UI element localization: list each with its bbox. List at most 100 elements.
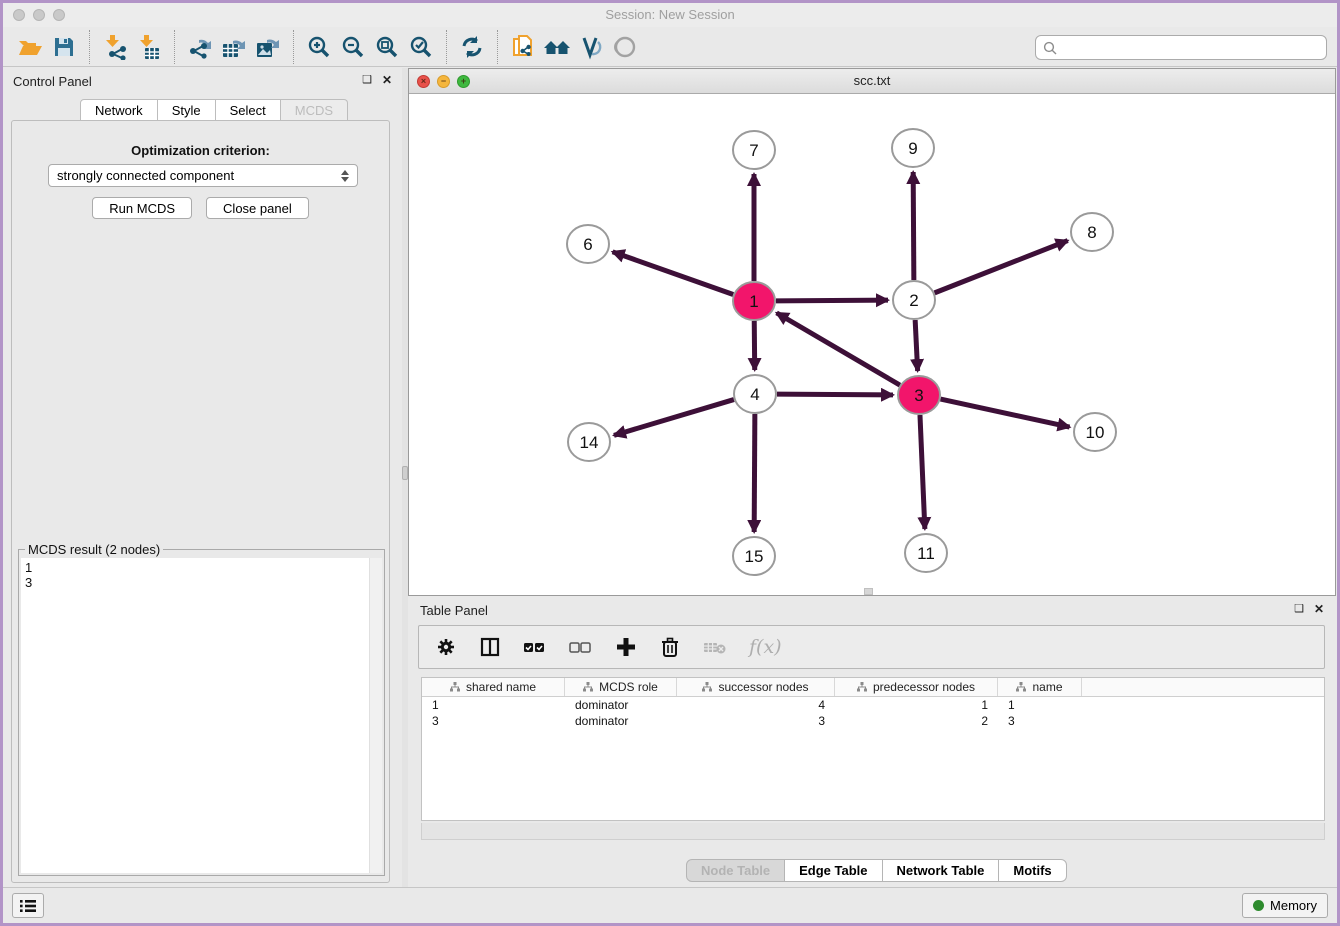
edge-1-6[interactable] bbox=[613, 252, 734, 295]
task-history-button[interactable] bbox=[12, 893, 44, 918]
float-table-panel-icon[interactable]: ❑ bbox=[1294, 603, 1304, 615]
node-1[interactable]: 1 bbox=[733, 282, 775, 320]
network-canvas-svg[interactable]: 7 9 6 8 1 2 4 3 14 10 15 11 bbox=[409, 94, 1335, 595]
column-header[interactable]: MCDS role bbox=[565, 678, 677, 696]
export-table-icon[interactable] bbox=[217, 31, 251, 63]
node-14[interactable]: 14 bbox=[568, 423, 610, 461]
zoom-in-icon[interactable] bbox=[302, 31, 336, 63]
deselect-all-icon[interactable] bbox=[569, 636, 593, 658]
close-table-panel-icon[interactable]: ✕ bbox=[1314, 603, 1324, 615]
network-window-titlebar[interactable]: × − + scc.txt bbox=[409, 69, 1335, 94]
node-table[interactable]: shared nameMCDS rolesuccessor nodesprede… bbox=[421, 677, 1325, 821]
tab-network[interactable]: Network bbox=[80, 99, 158, 121]
float-panel-icon[interactable]: ❑ bbox=[362, 74, 372, 86]
fit-content-icon[interactable] bbox=[370, 31, 404, 63]
edge-1-2[interactable] bbox=[776, 300, 888, 301]
hierarchy-icon bbox=[857, 682, 867, 692]
edge-4-15[interactable] bbox=[754, 414, 755, 532]
table-cell: 2 bbox=[835, 713, 998, 729]
table-row[interactable]: 3dominator323 bbox=[422, 713, 1324, 729]
edge-3-10[interactable] bbox=[941, 399, 1070, 427]
run-mcds-button[interactable]: Run MCDS bbox=[92, 197, 192, 219]
table-row[interactable]: 1dominator411 bbox=[422, 697, 1324, 713]
close-panel-icon[interactable]: ✕ bbox=[382, 74, 392, 86]
table-body: 1dominator4113dominator323 bbox=[422, 697, 1324, 729]
delete-column-icon bbox=[703, 636, 727, 658]
search-input[interactable] bbox=[1058, 41, 1326, 55]
status-bar: Memory bbox=[3, 887, 1337, 923]
table-settings-gear-icon[interactable] bbox=[435, 636, 457, 658]
table-cell: dominator bbox=[565, 713, 677, 729]
home-icon[interactable] bbox=[540, 31, 574, 63]
search-field[interactable] bbox=[1035, 35, 1327, 60]
node-4[interactable]: 4 bbox=[734, 375, 776, 413]
edge-3-11[interactable] bbox=[920, 415, 925, 529]
svg-text:8: 8 bbox=[1087, 223, 1096, 242]
edge-2-9[interactable] bbox=[913, 172, 914, 280]
delete-trash-icon[interactable] bbox=[659, 636, 681, 658]
mcds-result-group: MCDS result (2 nodes) 1 3 bbox=[18, 549, 385, 876]
edge-2-3[interactable] bbox=[915, 320, 917, 371]
duplicate-network-icon[interactable] bbox=[506, 31, 540, 63]
export-image-icon[interactable] bbox=[251, 31, 285, 63]
refresh-icon[interactable] bbox=[455, 31, 489, 63]
zoom-out-icon[interactable] bbox=[336, 31, 370, 63]
import-network-icon[interactable] bbox=[98, 31, 132, 63]
toolbar-separator bbox=[293, 30, 294, 64]
canvas-scroll-grip[interactable] bbox=[864, 588, 873, 595]
add-column-plus-icon[interactable] bbox=[615, 636, 637, 658]
svg-text:1: 1 bbox=[749, 292, 758, 311]
node-9[interactable]: 9 bbox=[892, 129, 934, 167]
tab-select[interactable]: Select bbox=[216, 99, 281, 121]
node-2[interactable]: 2 bbox=[893, 281, 935, 319]
network-view-window: × − + scc.txt 7 9 6 8 1 2 4 3 14 10 15 11 bbox=[408, 68, 1336, 596]
open-session-icon[interactable] bbox=[13, 31, 47, 63]
result-scrollbar[interactable] bbox=[369, 558, 382, 873]
tab-node-table[interactable]: Node Table bbox=[686, 859, 785, 882]
edge-4-14[interactable] bbox=[614, 400, 734, 436]
table-panel: Table Panel ❑ ✕ bbox=[408, 597, 1336, 887]
edge-3-1[interactable] bbox=[777, 313, 900, 385]
edge-4-3[interactable] bbox=[777, 394, 893, 395]
node-3[interactable]: 3 bbox=[898, 376, 940, 414]
column-header[interactable]: name bbox=[998, 678, 1082, 696]
svg-text:9: 9 bbox=[908, 139, 917, 158]
column-header[interactable]: predecessor nodes bbox=[835, 678, 998, 696]
criterion-dropdown[interactable]: strongly connected component bbox=[48, 164, 358, 187]
tab-style[interactable]: Style bbox=[158, 99, 216, 121]
select-all-icon[interactable] bbox=[523, 636, 547, 658]
node-10[interactable]: 10 bbox=[1074, 413, 1116, 451]
save-session-icon[interactable] bbox=[47, 31, 81, 63]
zoom-selected-icon[interactable] bbox=[404, 31, 438, 63]
node-6[interactable]: 6 bbox=[567, 225, 609, 263]
tab-motifs[interactable]: Motifs bbox=[999, 859, 1066, 882]
column-header[interactable]: successor nodes bbox=[677, 678, 835, 696]
table-hscrollbar[interactable] bbox=[421, 823, 1325, 840]
table-cell: 3 bbox=[422, 713, 565, 729]
tab-mcds[interactable]: MCDS bbox=[281, 99, 348, 121]
svg-text:3: 3 bbox=[914, 386, 923, 405]
memory-button[interactable]: Memory bbox=[1242, 893, 1328, 918]
main-toolbar bbox=[3, 27, 1337, 67]
node-11[interactable]: 11 bbox=[905, 534, 947, 572]
column-panel-icon[interactable] bbox=[479, 636, 501, 658]
tab-edge-table[interactable]: Edge Table bbox=[785, 859, 882, 882]
export-network-icon[interactable] bbox=[183, 31, 217, 63]
close-panel-button[interactable]: Close panel bbox=[206, 197, 309, 219]
table-cell: 3 bbox=[998, 713, 1082, 729]
hierarchy-icon bbox=[450, 682, 460, 692]
edge-2-8[interactable] bbox=[935, 241, 1068, 293]
style-preview-icon[interactable] bbox=[574, 31, 608, 63]
toolbar-separator bbox=[174, 30, 175, 64]
node-15[interactable]: 15 bbox=[733, 537, 775, 575]
node-8[interactable]: 8 bbox=[1071, 213, 1113, 251]
node-7[interactable]: 7 bbox=[733, 131, 775, 169]
table-cell: 4 bbox=[677, 697, 835, 713]
import-table-icon[interactable] bbox=[132, 31, 166, 63]
svg-text:4: 4 bbox=[750, 385, 759, 404]
mcds-result-list[interactable]: 1 3 bbox=[21, 558, 382, 873]
show-hide-icon[interactable] bbox=[608, 31, 642, 63]
toolbar-separator bbox=[89, 30, 90, 64]
column-header[interactable]: shared name bbox=[422, 678, 565, 696]
tab-network-table[interactable]: Network Table bbox=[883, 859, 1000, 882]
